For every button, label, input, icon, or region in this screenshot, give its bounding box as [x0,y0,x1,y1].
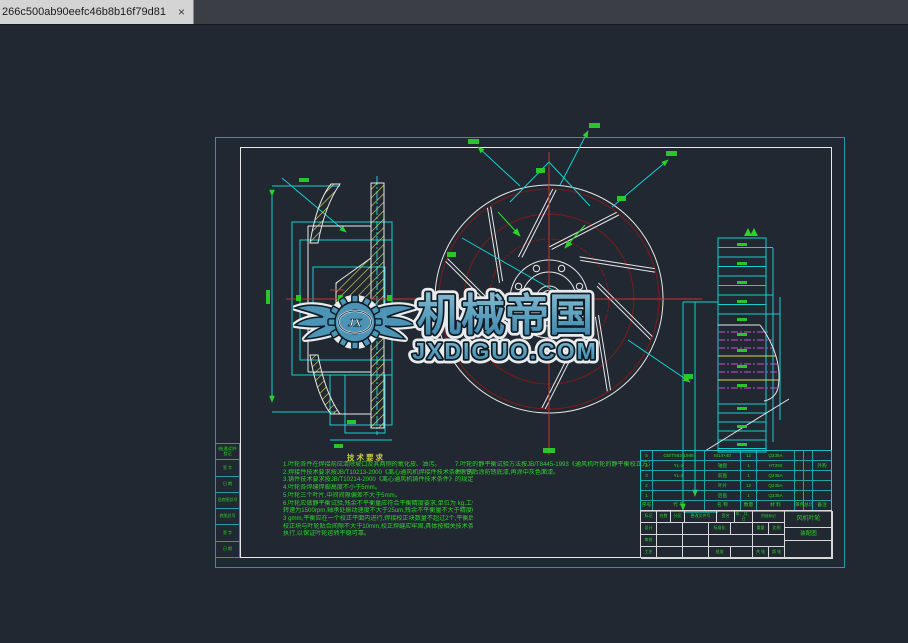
product-name: 风机叶轮 [785,511,833,528]
tb-sheets: 共 张 [753,547,769,559]
table-row: 4 YL-2 轴盘 1 HT250 外购 [641,461,831,471]
document-tab[interactable]: 266c500ab90eefc46b8b16f79d81 × [0,0,194,24]
bom-weight-total [804,481,813,491]
note-line: 7.叶轮的静平衡试验方法按JB/T8445-1993《通风机叶轮的静平衡校正方法… [455,461,650,469]
title-block: 标记 处数 分区 更改文件号 签名 年、月、日 设计 标准化 审核 工艺 批准 … [640,510,832,558]
note-line: 8.除锈后涂防锈底漆,再涂中灰色面漆。 [455,469,650,477]
margin-strip-cell: 签 字 [216,460,239,476]
tb-scale: 比例 [769,523,785,535]
tech-notes-right: 7.叶轮的静平衡试验方法按JB/T8445-1993《通风机叶轮的静平衡校正方法… [455,461,650,476]
bom-no: 5 [641,451,653,461]
tb-label: 标记 [641,511,657,523]
bom-no: 1 [641,491,653,501]
margin-strip-cell: 日 期 [216,477,239,493]
note-line: 转速为1500rpm,轴承处振动速度不大于25um,残余不平衡量不大于精度G6. [283,507,473,515]
parts-list-rows: 5 GB/T893-1986 M14×40 12 Q235A 4 YL-2 轴盘… [641,451,831,501]
bom-remark: 外购 [813,461,831,471]
bom-weight-each [795,481,804,491]
bom-code [653,491,705,501]
note-line: 2.焊接件技术要求按JB/T10213-2000《离心通风机焊接件技术条件》的规… [283,469,473,477]
tb-page: 第 张 [769,547,785,559]
note-line: 3 gmm,平衡应在一个校正平面内进行,焊接校正块数量不超过2个,平衡后 [283,515,473,523]
bom-qty: 12 [741,481,757,491]
margin-strip-cell: 旧底图总号 [216,493,239,509]
bom-code: YL-1 [653,471,705,481]
note-line: 校正块与叶轮贴合间隙不大于10mm,校正焊缝应牢固,具体按相关技术条件 [283,523,473,531]
margin-strip-cell: 日 期 [216,542,239,557]
bom-code [653,481,705,491]
table-row: 3 YL-1 前盘 1 Q235A [641,471,831,481]
bom-weight-total [804,491,813,501]
bom-weight-each [795,451,804,461]
tab-close-icon[interactable]: × [178,6,185,18]
tb-std: 标准化 [709,523,731,535]
tech-notes-left: 1.叶轮各件在焊接前应清除坡口及其两侧的氧化皮、油污。2.焊接件技术要求按JB/… [283,461,473,538]
bom-material: Q235A [757,481,795,491]
bom-name: 后盘 [705,491,741,501]
bom-weight-total [804,451,813,461]
bom-remark [813,491,831,501]
tb-role: 设计 [641,523,657,535]
margin-strip-cell: 签 字 [216,525,239,541]
note-line: 4.叶轮各焊缝焊脚高度不小于5mm。 [283,484,473,492]
parts-list: 5 GB/T893-1986 M14×40 12 Q235A 4 YL-2 轴盘… [640,450,832,512]
tb-role: 工艺 [641,547,657,559]
bom-material: HT250 [757,461,795,471]
note-line: 3.铸件技术要求按JB/T10214-2000《离心通风机铸件技术条件》的规定执… [283,476,473,484]
cad-viewer-window: 266c500ab90eefc46b8b16f79d81 × [0,0,908,643]
table-row: 1 后盘 1 Q235A [641,491,831,501]
bom-weight-each [795,471,804,481]
table-row: 2 叶片 12 Q235A [641,481,831,491]
bom-name: 前盘 [705,471,741,481]
drawing-title: 装配图 [785,528,833,541]
bom-material: Q235A [757,451,795,461]
bom-weight-each [795,461,804,471]
margin-strip-cell: 借(通)用件登记 [216,444,239,460]
bom-qty: 12 [741,451,757,461]
bom-weight-total [804,471,813,481]
bom-material: Q235A [757,471,795,481]
bom-qty: 1 [741,461,757,471]
table-row: 5 GB/T893-1986 M14×40 12 Q235A [641,451,831,461]
tab-bar: 266c500ab90eefc46b8b16f79d81 × [0,0,908,25]
bom-weight-each [795,491,804,501]
bom-no: 2 [641,481,653,491]
bom-qty: 1 [741,491,757,501]
tb-label: 更改文件号 [685,511,717,523]
note-line: 1.叶轮各件在焊接前应清除坡口及其两侧的氧化皮、油污。 [283,461,473,469]
tb-stage: 阶段标记 [753,511,785,523]
bom-no: 3 [641,471,653,481]
bom-remark [813,451,831,461]
bom-remark [813,481,831,491]
bom-weight-total [804,461,813,471]
tb-label: 处数 [657,511,671,523]
left-section-view [272,176,428,440]
bom-name: M14×40 [705,451,741,461]
tb-role: 审核 [641,535,657,547]
tb-approve: 批准 [709,547,731,559]
margin-strip: 借(通)用件登记签 字日 期旧底图总号底图总号签 字日 期 [215,443,240,558]
note-line: 执行,以保证叶轮运转平稳可靠。 [283,530,473,538]
tab-title: 266c500ab90eefc46b8b16f79d81 [2,6,166,18]
bom-name: 轴盘 [705,461,741,471]
tb-weight: 重量 [753,523,769,535]
bom-material: Q235A [757,491,795,501]
margin-strip-cell: 底图总号 [216,509,239,525]
tb-label: 年、月、日 [735,511,753,523]
bom-no: 4 [641,461,653,471]
bom-qty: 1 [741,471,757,481]
note-line: 5.叶轮三个叶片,中间间隙偏差不大于5mm。 [283,492,473,500]
bom-code: GB/T893-1986 [653,451,705,461]
bom-name: 叶片 [705,481,741,491]
note-line: 6.叶轮应做静平衡试验,残余不平衡量应符合平衡精度要求,单位为 kg,工作 [283,500,473,508]
bom-remark [813,471,831,481]
bom-code: YL-2 [653,461,705,471]
tb-label: 分区 [671,511,685,523]
impeller-front-view [424,131,702,455]
tb-label: 签名 [717,511,735,523]
